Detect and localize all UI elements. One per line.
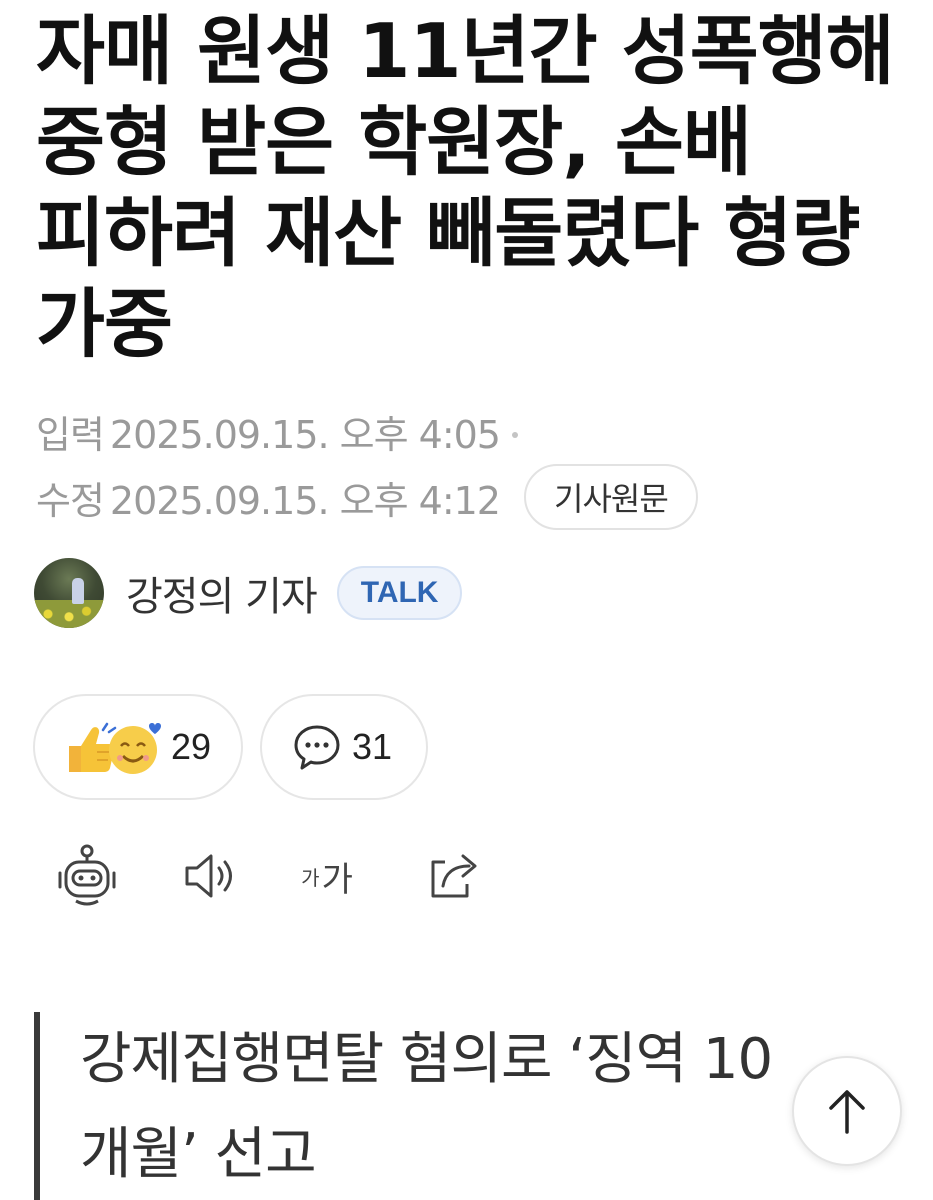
text-to-speech-button[interactable] <box>174 838 244 914</box>
article-headline: 자매 원생 11년간 성폭행해 중형 받은 학원장, 손배 피하려 재산 빼돌렸… <box>36 7 895 368</box>
robot-summary-icon <box>58 844 116 906</box>
published-label: 입력 <box>36 413 105 457</box>
font-small-glyph: 가 <box>301 865 320 890</box>
reporter-avatar[interactable] <box>34 558 104 628</box>
original-article-button[interactable]: 기사원문 <box>524 464 698 530</box>
article-subheading: 강제집행면탈 혐의로 ‘징역 10개월’ 선고 <box>34 1012 814 1200</box>
comment-button[interactable]: 31 <box>260 694 428 800</box>
reporter-info: 강정의 기자 TALK <box>34 558 463 628</box>
share-icon <box>431 854 477 898</box>
font-size-button[interactable]: 가가 <box>292 838 362 914</box>
font-large-glyph: 가 <box>321 859 353 900</box>
summary-bot-button[interactable] <box>52 838 122 914</box>
reaction-count: 29 <box>171 726 212 767</box>
reaction-button[interactable]: 29 <box>33 694 243 800</box>
modified-label: 수정 <box>36 478 105 523</box>
avatar-flowers <box>34 600 104 628</box>
scroll-to-top-button[interactable] <box>792 1056 902 1166</box>
talk-button[interactable]: TALK <box>336 566 463 620</box>
modified-value: 2025.09.15. 오후 4:12 <box>109 478 501 523</box>
comment-count: 31 <box>352 726 393 767</box>
comment-bubble-icon <box>294 725 340 770</box>
published-value: 2025.09.15. 오후 4:05 <box>109 413 501 457</box>
published-date: 입력 2025.09.15. 오후 4:05 <box>36 404 518 459</box>
avatar-person <box>72 578 84 604</box>
reaction-emoji-icon <box>69 722 161 774</box>
modified-date: 수정 2025.09.15. 오후 4:12 기사원문 <box>36 464 698 530</box>
reporter-name[interactable]: 강정의 기자 <box>126 564 318 622</box>
article-page: 자매 원생 11년간 성폭행해 중형 받은 학원장, 손배 피하려 재산 빼돌렸… <box>0 0 933 1200</box>
separator-dot <box>512 431 518 438</box>
share-button[interactable] <box>418 838 488 914</box>
speaker-icon <box>185 854 232 898</box>
arrow-up-icon <box>829 1090 865 1134</box>
